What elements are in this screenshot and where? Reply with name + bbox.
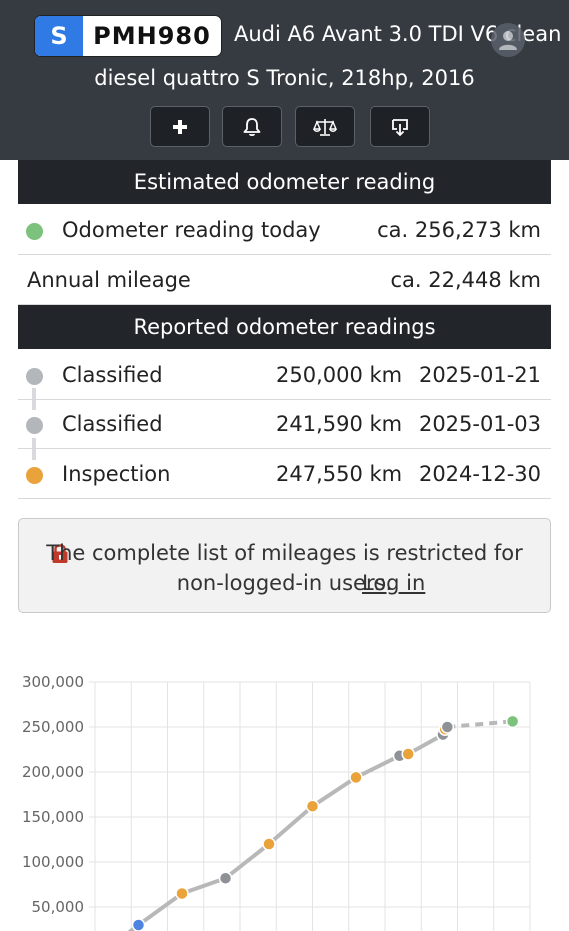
- reading-date: 2024-12-30: [418, 462, 541, 486]
- annual-mileage-label: Annual mileage: [27, 268, 191, 292]
- data-point-inspection: [175, 886, 189, 901]
- data-point-classified: [218, 871, 233, 885]
- login-link[interactable]: Log in: [362, 568, 425, 598]
- inspection-dot: [26, 467, 43, 484]
- today-status-dot: [26, 223, 43, 240]
- plate-country-code: S: [35, 16, 83, 56]
- download-button[interactable]: [370, 106, 430, 147]
- data-point-classified: [440, 720, 455, 734]
- notice-message-text: The complete list of mileages is restric…: [46, 541, 523, 595]
- reported-section-heading: Reported odometer readings: [18, 305, 551, 349]
- reading-row[interactable]: Classified 250,000 km 2025-01-21: [18, 351, 551, 400]
- plate-number: PMH980: [93, 22, 211, 50]
- add-button[interactable]: [150, 106, 210, 147]
- y-tick-label: 200,000: [22, 763, 84, 781]
- reading-date: 2025-01-21: [418, 363, 541, 387]
- login-restriction-notice: The complete list of mileages is restric…: [18, 518, 551, 613]
- y-tick-label: 150,000: [22, 808, 84, 826]
- annual-mileage-value: ca. 22,448 km: [390, 268, 541, 292]
- user-avatar-icon[interactable]: [491, 23, 525, 57]
- data-point-inspection: [305, 799, 320, 813]
- license-plate: S PMH980: [35, 16, 221, 56]
- data-point-inspection: [349, 770, 363, 785]
- classified-dot: [26, 368, 43, 385]
- data-point-first: [131, 918, 146, 931]
- reading-date: 2025-01-03: [418, 412, 541, 436]
- estimated-section-heading: Estimated odometer reading: [18, 160, 551, 204]
- reading-km: 247,550 km: [276, 462, 403, 486]
- alert-button[interactable]: [222, 106, 282, 147]
- reading-source: Classified: [62, 363, 163, 387]
- compare-button[interactable]: [295, 106, 355, 147]
- vehicle-title-line2: diesel quattro S Tronic, 218hp, 2016: [94, 66, 475, 90]
- scale-icon: [312, 118, 338, 136]
- annual-mileage-row: Annual mileage ca. 22,448 km: [18, 256, 551, 305]
- plus-icon: [173, 119, 187, 134]
- data-point-today: [505, 714, 520, 729]
- odometer-chart: 300,000 250,000 200,000 150,000 100,000 50,00…: [22, 673, 531, 931]
- reading-source: Classified: [62, 412, 163, 436]
- classified-dot: [26, 417, 43, 434]
- y-tick-label: 50,000: [32, 898, 85, 916]
- notice-message: The complete list of mileages is restric…: [19, 538, 550, 598]
- bell-icon: [243, 117, 261, 136]
- odometer-today-label: Odometer reading today: [62, 218, 321, 242]
- odometer-today-row: Odometer reading today ca. 256,273 km: [18, 206, 551, 255]
- reading-km: 241,590 km: [276, 412, 403, 436]
- odometer-today-value: ca. 256,273 km: [377, 218, 541, 242]
- data-point-inspection: [401, 747, 415, 761]
- y-tick-label: 300,000: [22, 673, 84, 691]
- reading-source: Inspection: [62, 462, 171, 486]
- reading-row[interactable]: Classified 241,590 km 2025-01-03: [18, 400, 551, 449]
- y-tick-label: 250,000: [22, 718, 84, 736]
- reading-row[interactable]: Inspection 247,550 km 2024-12-30: [18, 450, 551, 499]
- reading-km: 250,000 km: [276, 363, 403, 387]
- y-tick-label: 100,000: [22, 853, 84, 871]
- data-point-inspection: [262, 837, 276, 851]
- vehicle-header: S PMH980 Audi A6 Avant 3.0 TDI V6 clean …: [0, 0, 569, 160]
- download-icon: [392, 118, 408, 136]
